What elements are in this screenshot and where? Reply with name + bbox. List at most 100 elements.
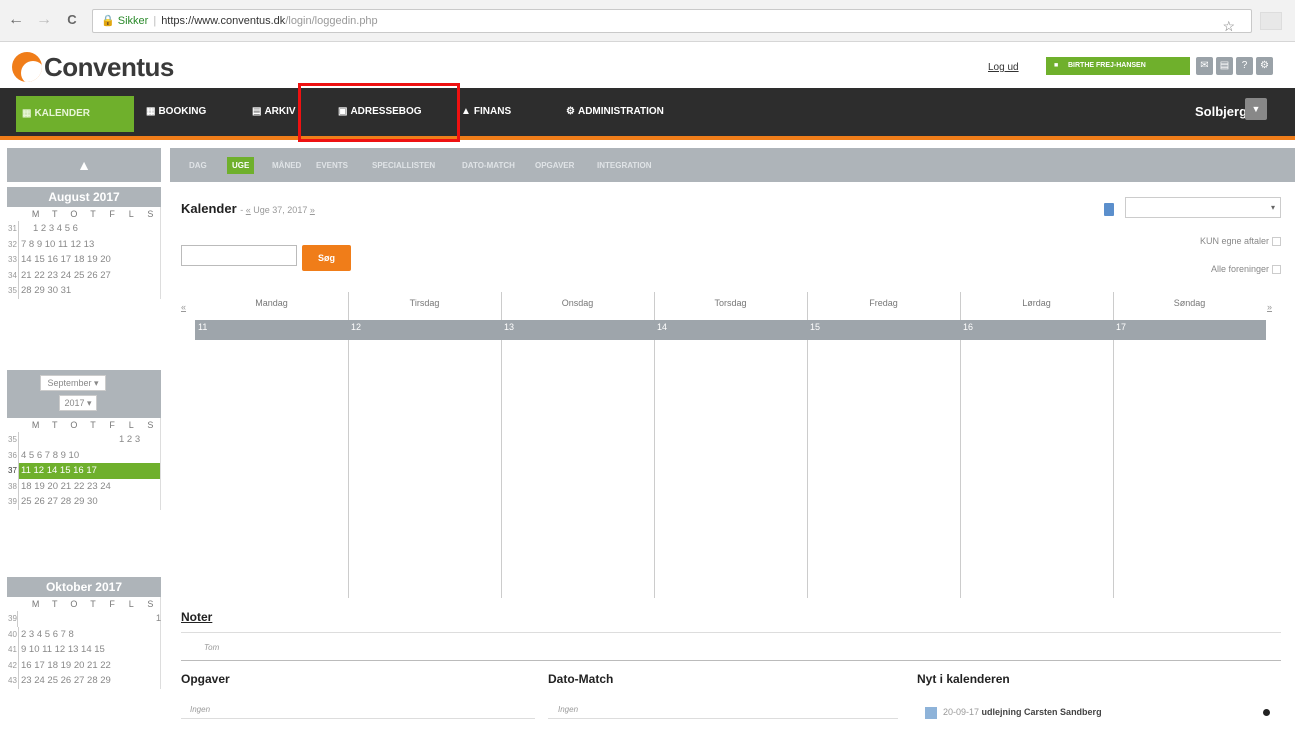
only-own-checkbox[interactable]: KUN egne aftaler xyxy=(1200,236,1281,247)
week-row[interactable]: 43 23 24 25 26 27 28 29 xyxy=(8,673,160,689)
tab-opgaver[interactable]: OPGAVER xyxy=(530,157,579,174)
secure-label: Sikker xyxy=(117,15,149,27)
booking-icon: ▦ xyxy=(146,106,156,117)
minical-august: August 2017 MTOTFLS 31 1 2 3 4 5 6 32 7 8… xyxy=(7,187,161,299)
weekday-header: MTOTFLS xyxy=(31,599,154,609)
tab-speciallisten[interactable]: SPECIALLISTEN xyxy=(367,157,440,174)
user-button-label: BIRTHE FREJ-HANSEN xyxy=(1068,62,1146,69)
all-clubs-checkbox[interactable]: Alle foreninger xyxy=(1211,264,1281,275)
week-row[interactable]: 34 21 22 23 24 25 26 27 xyxy=(8,267,160,283)
week-row[interactable]: 42 16 17 18 19 20 21 22 xyxy=(8,657,160,673)
nav-booking[interactable]: ▦ BOOKING xyxy=(146,88,206,136)
week-row[interactable]: 39 1 xyxy=(8,611,161,627)
week-row-current[interactable]: 37 11 12 14 15 16 17 xyxy=(8,463,160,479)
prev-week-arrow[interactable]: « xyxy=(181,302,186,312)
day-cell[interactable]: 17 xyxy=(1116,322,1126,332)
week-row[interactable]: 40 2 3 4 5 6 7 8 xyxy=(8,626,160,642)
date-row: 11 12 13 14 15 16 17 xyxy=(195,320,1266,340)
nav-finans[interactable]: ▲ FINANS xyxy=(461,88,511,136)
calendar-icon: ▦ xyxy=(22,108,32,119)
day-cell[interactable]: 16 xyxy=(963,322,973,332)
highlight-box xyxy=(298,83,460,142)
logo-mark-icon xyxy=(12,52,42,82)
extension-icon[interactable] xyxy=(1260,12,1282,30)
minical-september: September ▾ 2017 ▾ MTOTFLS 35 1 2 3 36 4 … xyxy=(7,370,161,518)
calendar-entry-icon xyxy=(925,706,937,719)
datomatch-heading: Dato-Match xyxy=(548,672,614,686)
back-button[interactable]: ← xyxy=(6,10,26,30)
minical-oktober: Oktober 2017 MTOTFLS 39 1 40 2 3 4 5 6 7 … xyxy=(7,577,161,689)
week-row[interactable]: 36 4 5 6 7 8 9 10 xyxy=(8,447,160,463)
week-row[interactable]: 35 28 29 30 31 xyxy=(8,283,160,299)
tab-uge[interactable]: UGE xyxy=(227,157,255,174)
tab-events[interactable]: EVENTS xyxy=(311,157,353,174)
bullet-icon xyxy=(1263,709,1270,716)
week-row[interactable]: 32 7 8 9 10 11 12 13 xyxy=(8,236,160,252)
day-name: Lørdag xyxy=(1022,298,1051,308)
day-cell[interactable]: 12 xyxy=(351,322,361,332)
collapse-up-icon[interactable]: ▲ xyxy=(7,148,161,182)
week-row[interactable]: 39 25 26 27 28 29 30 xyxy=(8,494,160,510)
address-bar[interactable]: 🔒 Sikker | https://www.conventus.dk/login/… xyxy=(92,9,1252,34)
day-name: Tirsdag xyxy=(409,298,440,308)
reload-button[interactable]: C xyxy=(62,10,82,30)
tab-maaned[interactable]: MÅNED xyxy=(267,157,306,174)
calendar-filter-select[interactable]: ▾ xyxy=(1125,197,1281,218)
week-row[interactable]: 41 9 10 11 12 13 14 15 xyxy=(8,642,160,658)
day-cell[interactable]: 11 xyxy=(198,322,207,332)
gear-icon: ⚙ xyxy=(566,106,575,117)
mail-icon[interactable]: ✉ xyxy=(1196,57,1213,75)
user-icon: ■ xyxy=(1054,62,1059,69)
noter-heading[interactable]: Noter xyxy=(181,610,212,624)
next-week-link[interactable]: » xyxy=(310,205,315,215)
year-select[interactable]: 2017 ▾ xyxy=(59,395,97,411)
day-name: Søndag xyxy=(1173,298,1206,308)
tab-dag[interactable]: DAG xyxy=(184,157,212,174)
bookmark-star-icon[interactable]: ☆ xyxy=(1222,15,1235,37)
divider xyxy=(548,718,898,719)
forward-button[interactable]: → xyxy=(34,10,54,30)
search-input[interactable] xyxy=(181,245,297,266)
nyt-list-item[interactable]: 20-09-17 udlejning Carsten Sandberg xyxy=(925,704,1276,721)
datomatch-value: Ingen xyxy=(558,705,579,714)
logout-link[interactable]: Log ud xyxy=(988,62,1019,73)
day-cell[interactable]: 14 xyxy=(657,322,667,332)
nyt-item-date: 20-09-17 xyxy=(943,707,980,717)
day-cell[interactable]: 15 xyxy=(810,322,820,332)
checkbox-box[interactable] xyxy=(1272,265,1281,275)
opgaver-value: Ingen xyxy=(190,705,211,714)
nav-kalender[interactable]: ▦ KALENDER xyxy=(16,96,134,132)
week-row[interactable]: 35 1 2 3 xyxy=(8,432,160,448)
bank-icon: ▲ xyxy=(461,106,471,117)
chat-icon[interactable]: ▤ xyxy=(1216,57,1233,75)
divider xyxy=(181,632,1281,633)
user-button[interactable]: ■ BIRTHE FREJ-HANSEN xyxy=(1046,57,1190,75)
weekday-header: MTOTFLS xyxy=(31,420,154,430)
minical-title[interactable]: Oktober 2017 xyxy=(7,577,161,597)
checkbox-box[interactable] xyxy=(1272,237,1281,247)
tab-dato-match[interactable]: DATO-MATCH xyxy=(457,157,520,174)
conventus-logo[interactable]: Conventus xyxy=(12,50,174,84)
nav-administration[interactable]: ⚙ ADMINISTRATION xyxy=(566,88,664,136)
month-select[interactable]: September ▾ xyxy=(40,375,106,391)
club-dropdown-icon[interactable]: ▼ xyxy=(1245,98,1267,120)
nyt-item-text[interactable]: udlejning Carsten Sandberg xyxy=(982,707,1102,717)
lock-icon: 🔒 xyxy=(101,15,115,27)
nav-arkiv[interactable]: ▤ ARKIV xyxy=(252,88,296,136)
help-icon[interactable]: ? xyxy=(1236,57,1253,75)
week-row[interactable]: 38 18 19 20 21 22 23 24 xyxy=(8,478,160,494)
week-row[interactable]: 31 1 2 3 4 5 6 xyxy=(8,221,160,237)
settings-icon[interactable]: ⚙ xyxy=(1256,57,1273,75)
minical-title[interactable]: August 2017 xyxy=(7,187,161,207)
week-row[interactable]: 33 14 15 16 17 18 19 20 xyxy=(8,252,160,268)
tab-integration[interactable]: INTEGRATION xyxy=(592,157,657,174)
noter-value: Tom xyxy=(204,643,220,652)
document-icon[interactable] xyxy=(1104,203,1114,216)
day-name: Mandag xyxy=(255,298,288,308)
next-week-arrow[interactable]: » xyxy=(1267,302,1272,312)
day-cell[interactable]: 13 xyxy=(504,322,514,332)
search-button[interactable]: Søg xyxy=(302,245,351,271)
main-navigation: ▦ KALENDER ▦ BOOKING ▤ ARKIV ▣ ADRESSEBOG ▲ F… xyxy=(0,88,1295,140)
day-name: Fredag xyxy=(869,298,898,308)
weekday-header: MTOTFLS xyxy=(31,209,154,219)
